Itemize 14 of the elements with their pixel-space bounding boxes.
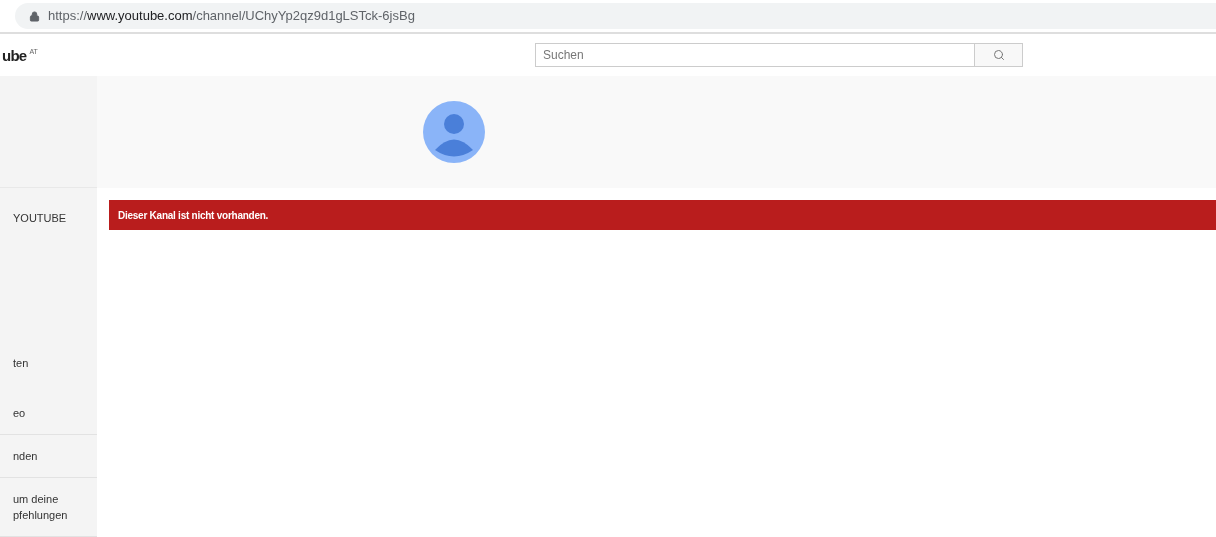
- address-bar[interactable]: https://www.youtube.com/channel/UChyYp2qz9d1gLSTck-6jsBg: [15, 3, 1216, 29]
- search-icon: [992, 49, 1005, 61]
- lock-icon: [29, 10, 40, 22]
- sidebar-item[interactable]: ten: [13, 355, 97, 371]
- error-message: Dieser Kanal ist nicht vorhanden.: [118, 208, 269, 223]
- sidebar-item[interactable]: um deine pfehlungen: [13, 491, 97, 523]
- sidebar-item[interactable]: eo: [13, 405, 97, 421]
- search-field[interactable]: Suchen: [535, 43, 975, 67]
- search-button[interactable]: [975, 43, 1023, 67]
- sidebar-item[interactable]: YOUTUBE: [13, 210, 97, 226]
- logo-text[interactable]: ube: [2, 47, 27, 63]
- url-text: https://www.youtube.com/channel/UChyYp2qz9d1gLSTck-6jsBg: [48, 7, 415, 26]
- sidebar-item[interactable]: nden: [13, 448, 97, 464]
- avatar-icon: [423, 101, 485, 163]
